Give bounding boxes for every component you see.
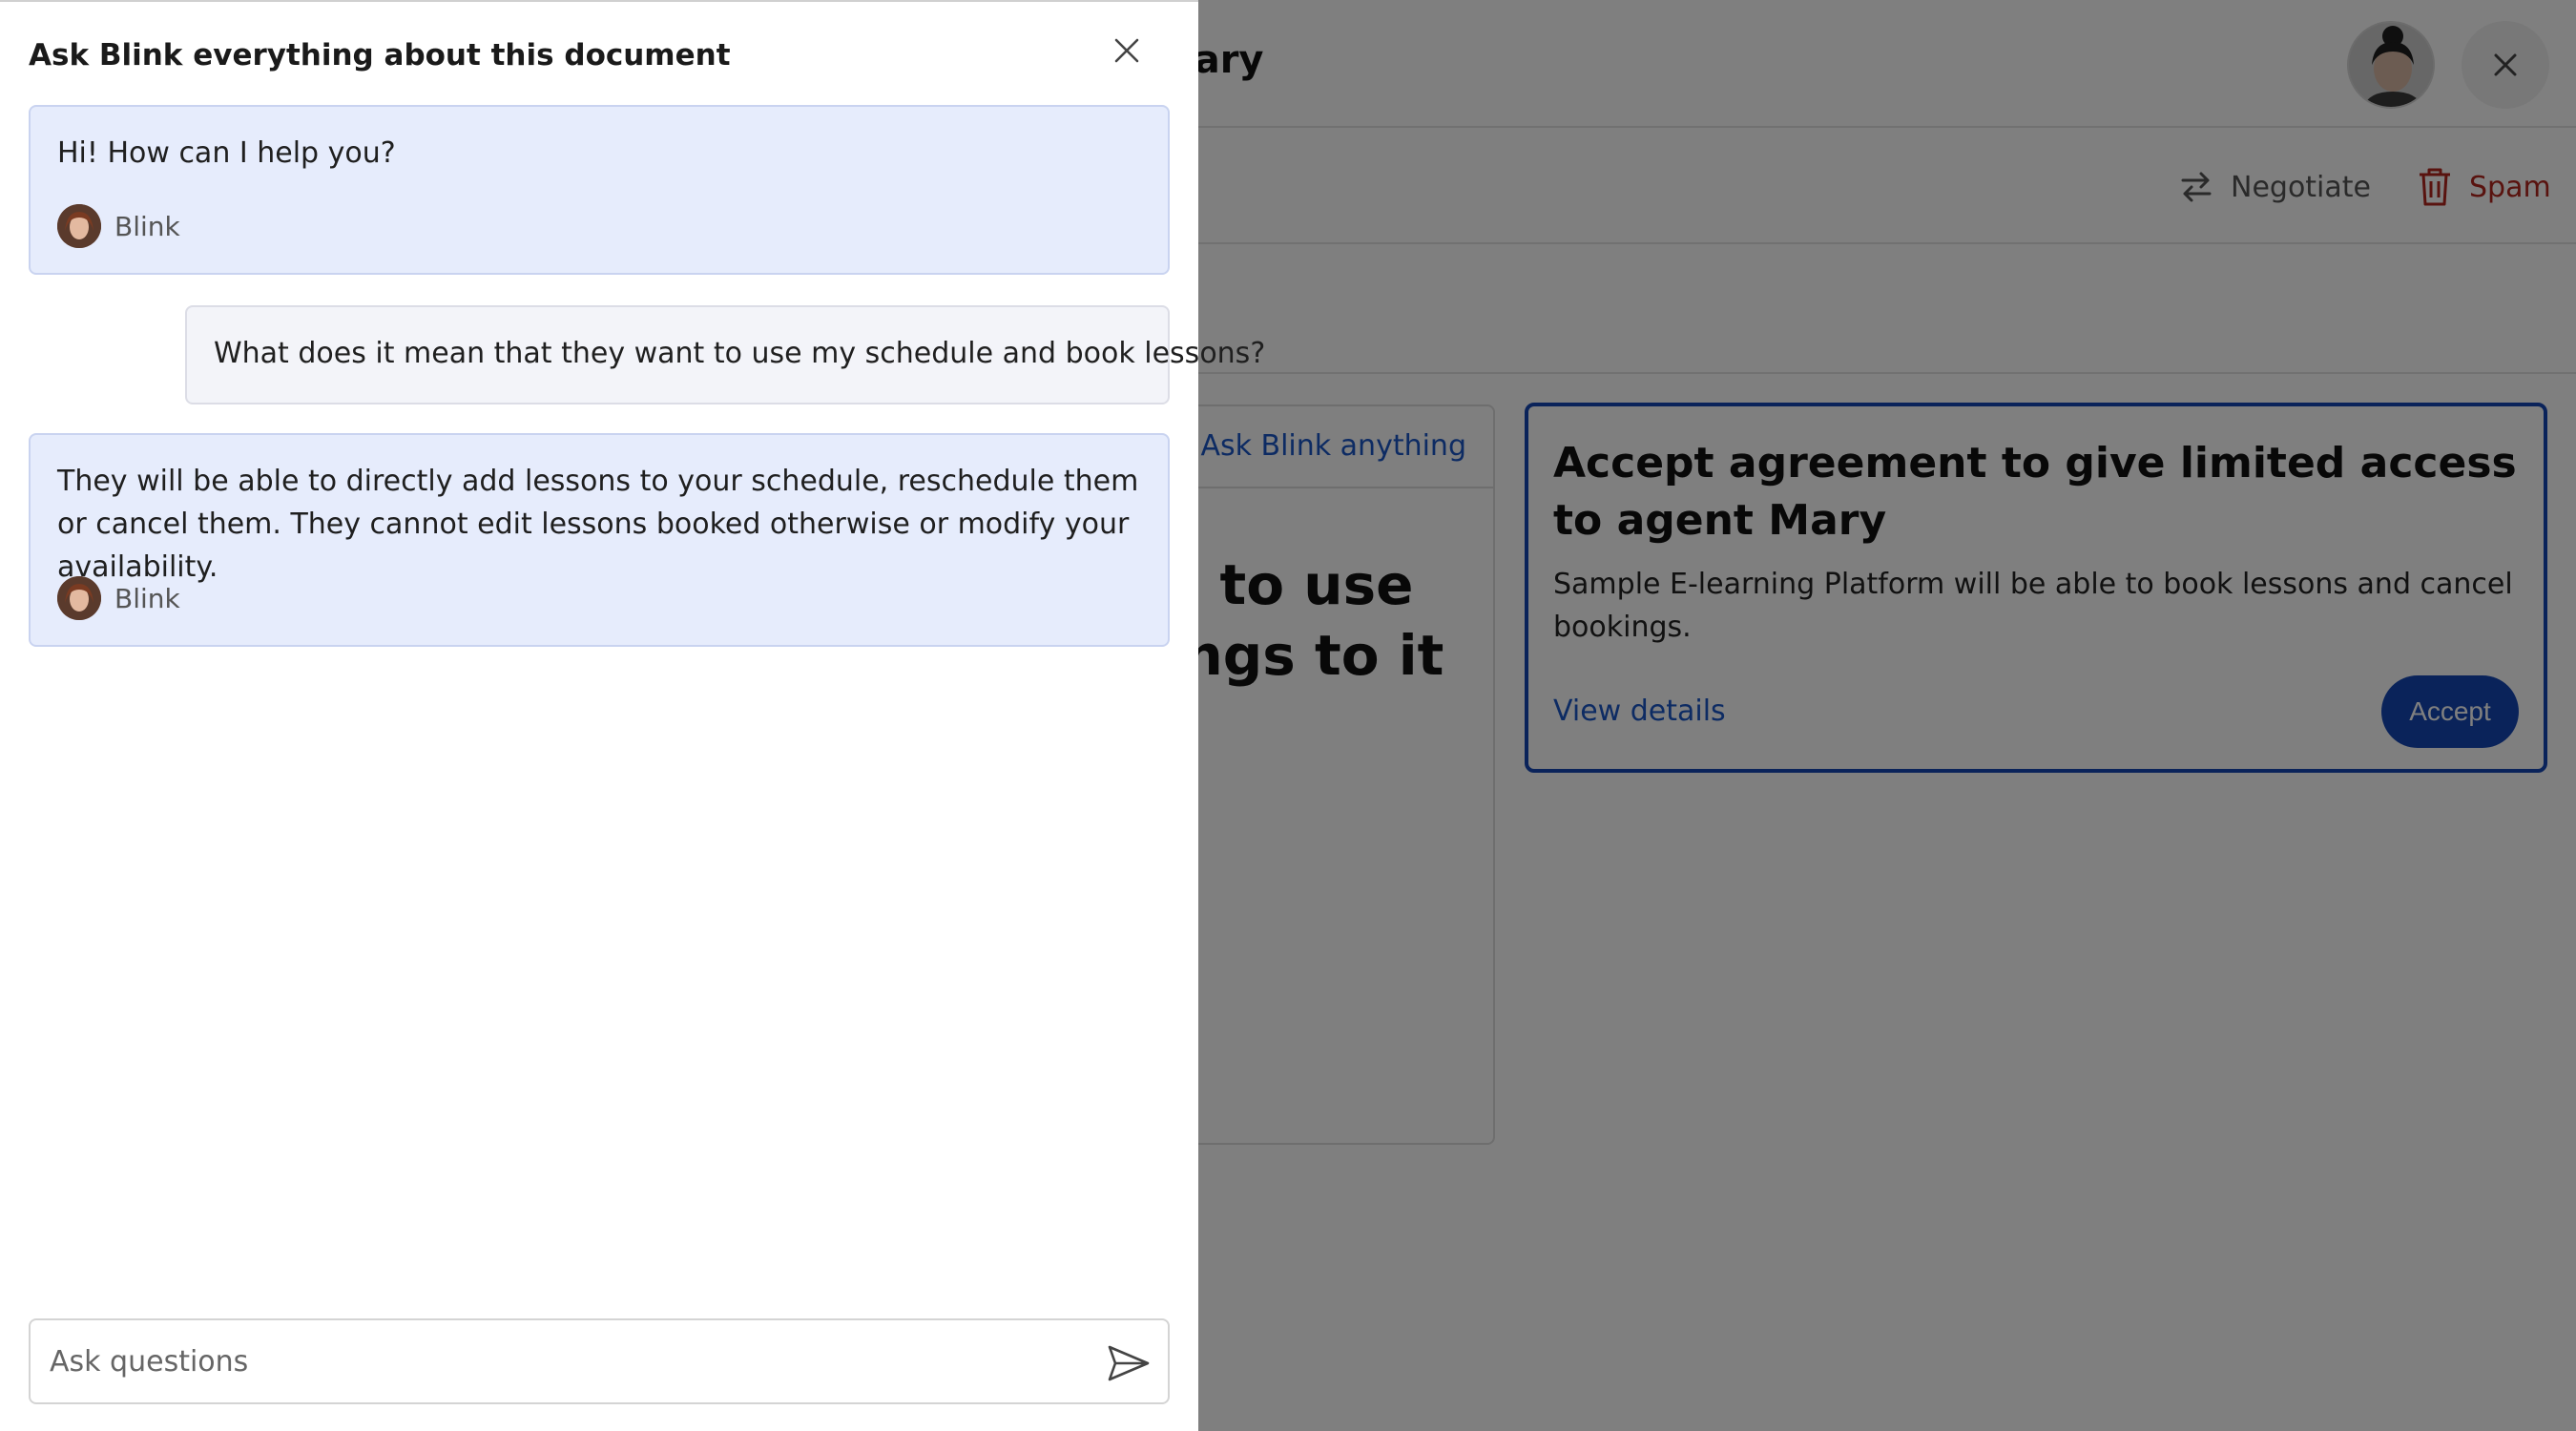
- chat-composer: [29, 1318, 1170, 1404]
- message-text: Hi! How can I help you?: [57, 136, 396, 170]
- chat-title: Ask Blink everything about this document: [29, 38, 731, 73]
- bot-message: Hi! How can I help you? Blink: [29, 105, 1170, 275]
- message-text: What does it mean that they want to use …: [214, 337, 1266, 370]
- bot-message: They will be able to directly add lesson…: [29, 433, 1170, 647]
- blink-avatar: [57, 204, 101, 248]
- author-name: Blink: [114, 210, 180, 242]
- author-name: Blink: [114, 582, 180, 614]
- send-button[interactable]: [1105, 1339, 1153, 1387]
- user-message: What does it mean that they want to use …: [185, 305, 1265, 404]
- chat-drawer: Ask Blink everything about this document…: [0, 0, 1265, 1431]
- chat-close-button[interactable]: [1107, 31, 1147, 71]
- ask-questions-input[interactable]: [50, 1336, 1061, 1387]
- message-text: They will be able to directly add lesson…: [57, 465, 1139, 584]
- close-icon: [1114, 38, 1139, 63]
- blink-avatar: [57, 576, 101, 620]
- message-author: Blink: [57, 204, 180, 248]
- send-icon: [1108, 1345, 1150, 1381]
- message-author: Blink: [57, 576, 180, 620]
